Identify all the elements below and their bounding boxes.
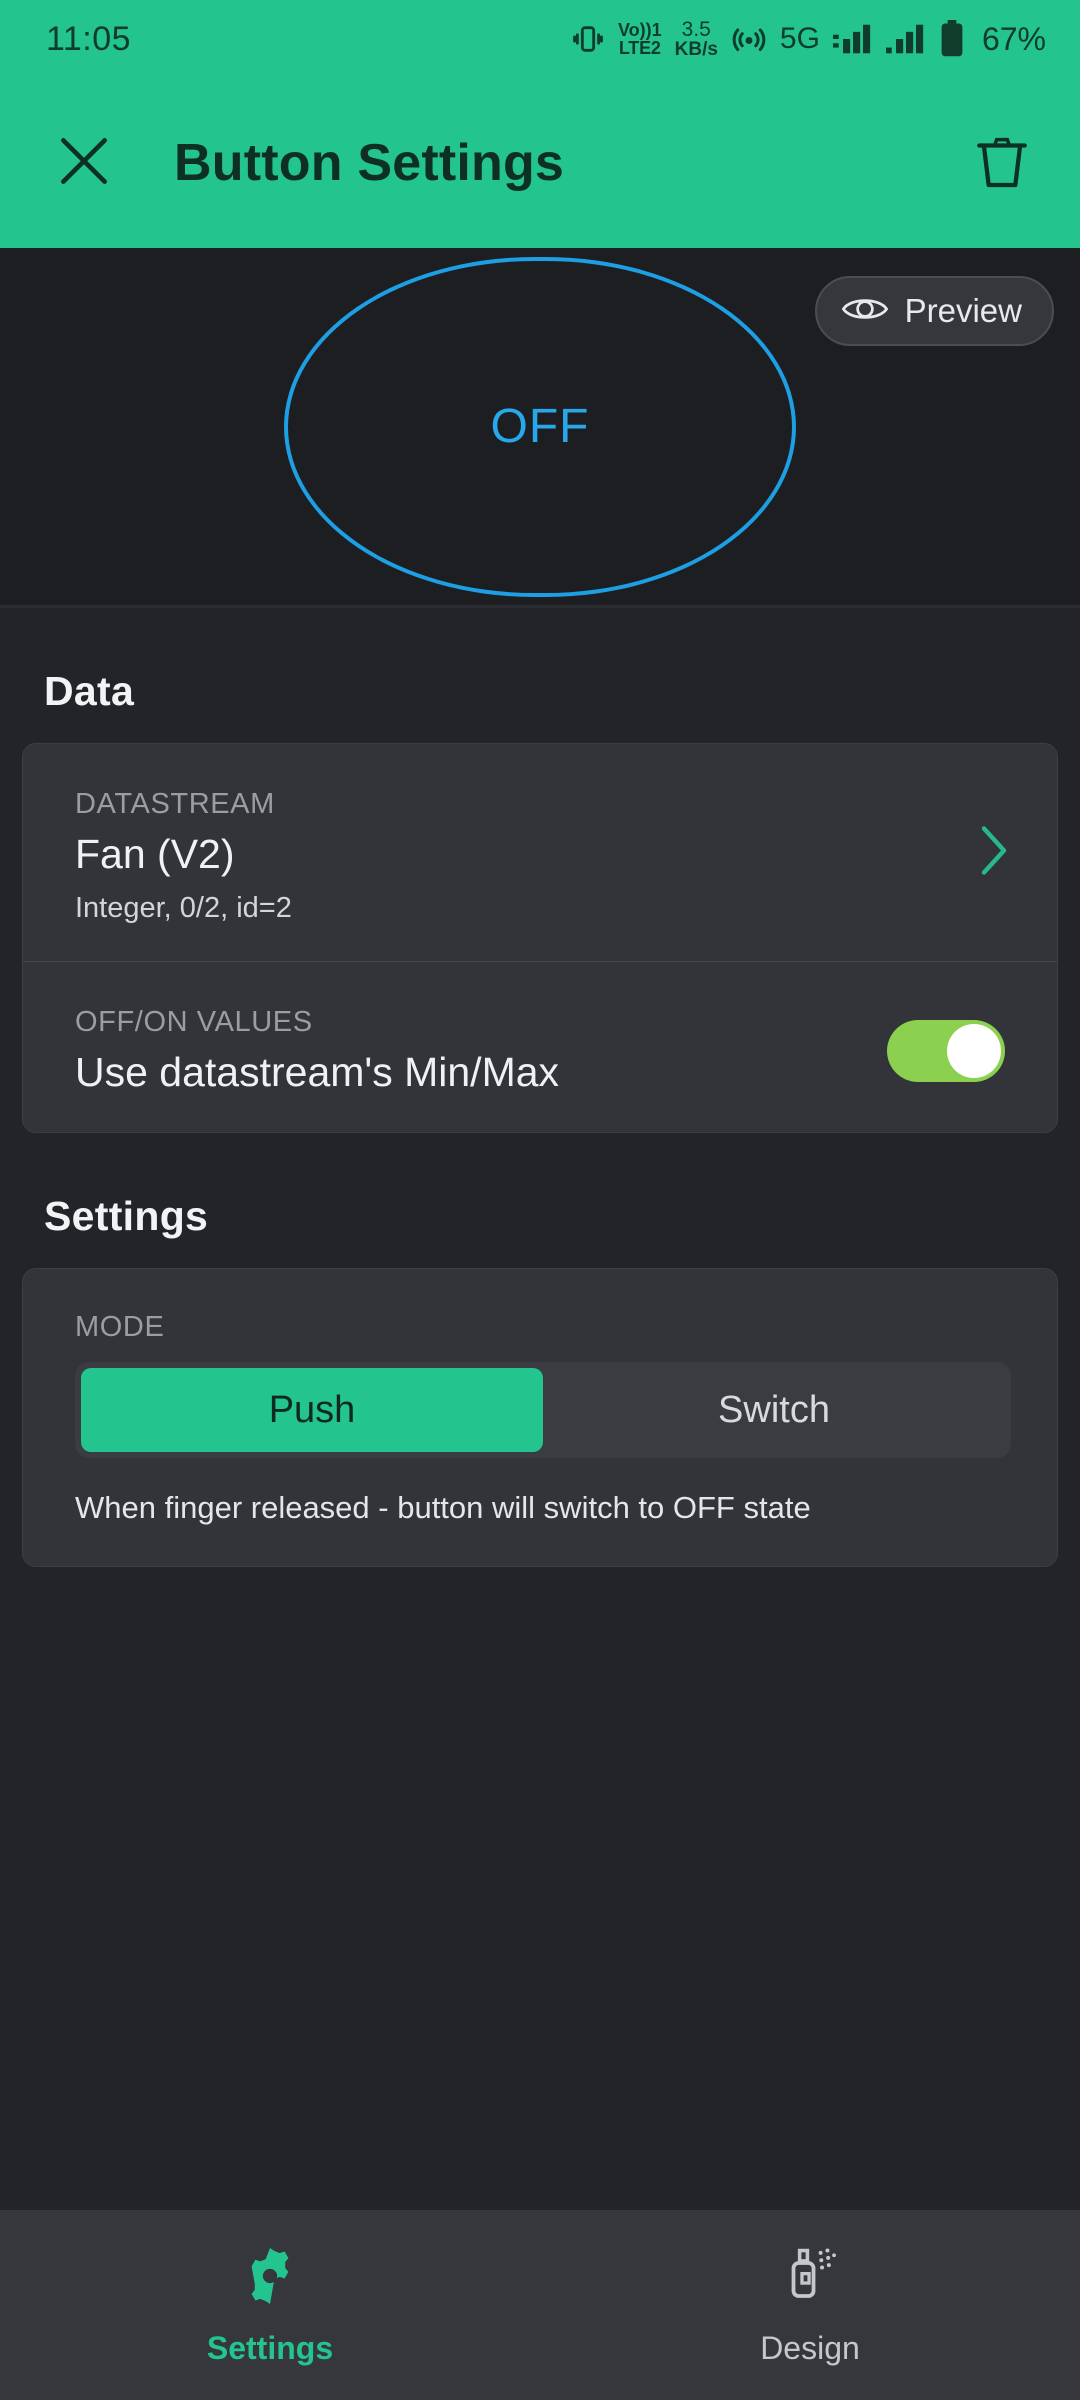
mode-overline: MODE: [75, 1311, 165, 1343]
close-button[interactable]: [46, 125, 122, 201]
settings-scroll-body[interactable]: Data DATASTREAM Fan (V2) Integer, 0/2, i…: [0, 608, 1080, 2210]
settings-section-heading: Settings: [44, 1193, 209, 1239]
settings-card: MODE Push Switch When finger released - …: [22, 1268, 1058, 1567]
data-section-heading: Data: [44, 668, 135, 714]
nav-label-design: Design: [760, 2330, 860, 2366]
offon-overline: OFF/ON VALUES: [75, 1006, 313, 1038]
mode-row: MODE Push Switch When finger released - …: [23, 1269, 1057, 1566]
network-speed-indicator: 3.5 KB/s: [675, 19, 718, 59]
network-type-label: 5G: [779, 22, 820, 55]
widget-preview-button[interactable]: OFF: [284, 256, 796, 597]
use-min-max-toggle[interactable]: [887, 1020, 1005, 1082]
datastream-value: Fan (V2): [75, 831, 235, 877]
datastream-meta: Integer, 0/2, id=2: [75, 892, 292, 924]
spray-can-icon: [777, 2243, 843, 2314]
trash-icon: [970, 129, 1034, 198]
battery-percent-label: 67%: [981, 20, 1046, 57]
data-card: DATASTREAM Fan (V2) Integer, 0/2, id=2 O…: [22, 743, 1058, 1133]
mode-option-switch[interactable]: Switch: [543, 1368, 1005, 1452]
status-bar: 11:05 Vo))1 LTE2 3.5 KB/s 5G 67%: [0, 0, 1080, 78]
vibrate-icon: [571, 22, 605, 56]
datastream-overline: DATASTREAM: [75, 788, 275, 820]
volte-line-1: Vo))1: [617, 20, 662, 40]
bottom-navigation: Settings Design: [0, 2210, 1080, 2400]
delete-button[interactable]: [964, 125, 1040, 201]
network-speed-unit: KB/s: [674, 39, 718, 60]
hotspot-icon: [731, 21, 767, 57]
network-speed-value: 3.5: [681, 18, 711, 41]
volte-indicator: Vo))1 LTE2: [618, 21, 662, 57]
page-title: Button Settings: [174, 134, 565, 192]
toggle-knob: [947, 1024, 1001, 1078]
status-bar-clock: 11:05: [46, 19, 132, 58]
offon-value: Use datastream's Min/Max: [75, 1049, 560, 1095]
battery-icon: [939, 20, 965, 58]
status-bar-icons: Vo))1 LTE2 3.5 KB/s 5G 67%: [571, 19, 1046, 59]
signal-bars-icon: [885, 22, 926, 56]
app-bar: Button Settings: [0, 78, 1080, 248]
app-root: 11:05 Vo))1 LTE2 3.5 KB/s 5G 67% Button …: [0, 0, 1080, 2400]
mode-option-push[interactable]: Push: [81, 1368, 543, 1452]
datastream-row[interactable]: DATASTREAM Fan (V2) Integer, 0/2, id=2: [23, 744, 1057, 961]
chevron-right-icon: [977, 822, 1011, 883]
nav-item-settings[interactable]: Settings: [0, 2243, 540, 2367]
nav-label-settings: Settings: [206, 2330, 334, 2366]
nav-item-design[interactable]: Design: [540, 2243, 1080, 2367]
volte-line-2: LTE2: [618, 38, 661, 58]
widget-preview-label: OFF: [490, 400, 590, 453]
preview-label: Preview: [904, 292, 1022, 329]
close-icon: [53, 130, 115, 197]
gear-icon: [237, 2243, 303, 2314]
mode-help-text: When finger released - button will switc…: [75, 1490, 811, 1525]
signal-bars-icon: [832, 22, 873, 56]
preview-toggle-button[interactable]: Preview: [814, 276, 1054, 346]
mode-segmented-control[interactable]: Push Switch: [75, 1362, 1011, 1458]
eye-icon: [841, 292, 889, 331]
preview-stage: OFF Preview: [0, 248, 1080, 608]
offon-values-row[interactable]: OFF/ON VALUES Use datastream's Min/Max: [23, 962, 1057, 1132]
